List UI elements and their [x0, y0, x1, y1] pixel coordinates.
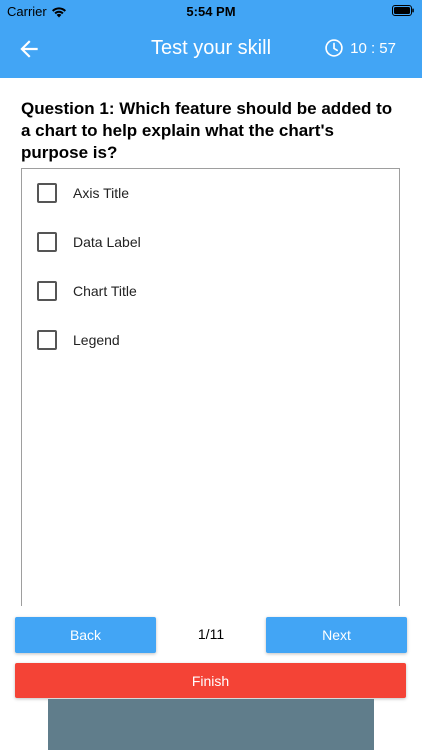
timer: 10 : 57 [324, 38, 396, 58]
bottom-panel [48, 699, 374, 750]
battery-icon [392, 5, 414, 16]
option-chart-title[interactable]: Chart Title [37, 279, 137, 303]
options-list: Axis Title Data Label Chart Title Legend [21, 168, 400, 606]
clock-icon [325, 39, 343, 57]
finish-button[interactable]: Finish [15, 663, 406, 698]
option-data-label[interactable]: Data Label [37, 230, 141, 254]
checkbox-icon[interactable] [37, 232, 57, 252]
checkbox-icon[interactable] [37, 183, 57, 203]
option-label: Chart Title [73, 283, 137, 299]
status-bar: Carrier 5:54 PM [0, 0, 422, 22]
timer-value: 10 : 57 [350, 39, 396, 57]
option-label: Legend [73, 332, 120, 348]
question-text: Question 1: Which feature should be adde… [21, 99, 393, 162]
option-label: Axis Title [73, 185, 130, 201]
back-button[interactable]: Back [15, 617, 156, 653]
page-indicator: 1/11 [197, 626, 225, 642]
app-bar: Test your skill 10 : 57 [0, 22, 422, 78]
option-axis-title[interactable]: Axis Title [37, 181, 129, 205]
next-button[interactable]: Next [266, 617, 407, 653]
checkbox-icon[interactable] [37, 281, 57, 301]
option-label: Data Label [73, 234, 141, 250]
checkbox-icon[interactable] [37, 330, 57, 350]
option-legend[interactable]: Legend [37, 328, 120, 352]
status-time: 5:54 PM [186, 4, 236, 19]
